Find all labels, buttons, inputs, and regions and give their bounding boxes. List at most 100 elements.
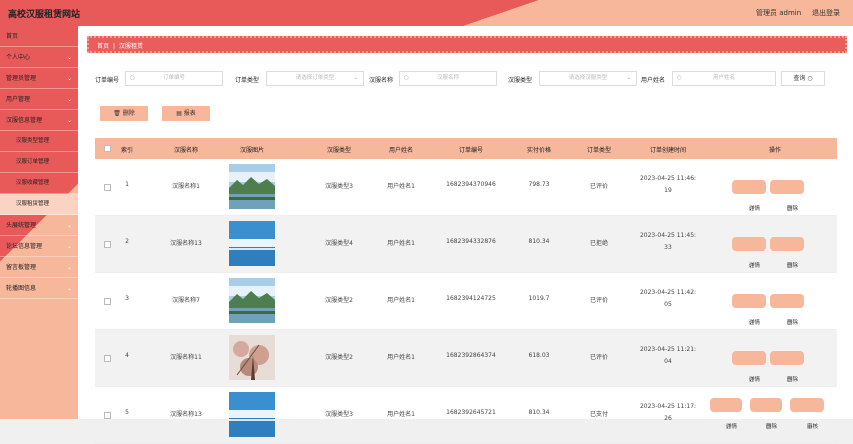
delete-button[interactable]: ▢ 删除: [750, 398, 782, 430]
sidebar-item-label: 汉服信息管理: [6, 117, 43, 124]
hanfu-type-select[interactable]: 请选择汉服类型 ⌄: [539, 71, 637, 86]
breadcrumb-current: 汉服租赁: [119, 43, 144, 50]
delete-button[interactable]: ▢ 删除: [770, 294, 804, 326]
detail-button[interactable]: ▢ 详情: [732, 180, 766, 212]
sidebar-item-label: 留言板管理: [6, 264, 37, 271]
cell-order: 1682392864374: [446, 352, 496, 359]
sidebar-item[interactable]: 汉服订单管理: [0, 152, 78, 173]
cell-time-cont: 33: [664, 244, 672, 251]
column-header: 用户姓名: [388, 147, 413, 154]
cell-order: 1682392645721: [446, 409, 496, 416]
column-header: 汉服类型: [326, 147, 351, 154]
chevron-down-icon: ⌄: [66, 264, 72, 271]
sidebar-item-label: 管理员管理: [6, 75, 37, 82]
chevron-down-icon: ⌄: [66, 54, 72, 61]
cell-user: 用户姓名1: [387, 411, 415, 418]
row-checkbox[interactable]: [104, 184, 111, 191]
chevron-down-icon: ⌄: [66, 75, 72, 82]
row-checkbox[interactable]: [104, 355, 111, 362]
sidebar-item[interactable]: 管理员管理 ⌄: [0, 68, 78, 89]
cell-type: 汉服类型3: [325, 183, 353, 190]
sidebar-item[interactable]: 汉服信息管理 ⌄: [0, 110, 78, 131]
table-row: 5 汉服名称13 汉服类型3 用户姓名1 1682392645721 810.34 已支付 2…: [95, 387, 837, 444]
table-body: 1 汉服名称1 汉服类型3 用户姓名1 1682394370946 798.73 已评价 20…: [95, 159, 837, 444]
hanfu-image: [229, 164, 275, 209]
cell-type: 汉服类型2: [325, 297, 353, 304]
batch-delete-label: 删除: [122, 110, 135, 117]
cell-name: 汉服名称1: [172, 183, 200, 190]
column-header: 索引: [120, 147, 133, 154]
column-header: 订单编号: [458, 147, 483, 154]
name-input[interactable]: ○ 汉服名称: [399, 71, 497, 86]
search-icon: ○: [130, 75, 135, 81]
batch-delete-button[interactable]: 🗑 删除: [100, 106, 148, 121]
cell-price: 798.73: [528, 181, 550, 188]
user-input[interactable]: ○ 用户姓名: [672, 71, 776, 86]
review-button[interactable]: ▢ 审核: [790, 398, 824, 430]
sidebar-item-label: 个人中心: [6, 54, 31, 61]
detail-button[interactable]: ▢ 详情: [710, 398, 742, 430]
sidebar-item[interactable]: 汉服租赁管理: [0, 194, 78, 215]
sidebar-item-label: 汉服订单管理: [16, 159, 50, 165]
user-placeholder: 用户姓名: [712, 75, 735, 81]
detail-label: 详情: [749, 377, 761, 383]
sidebar-item[interactable]: 轮播图信息 ⌄: [0, 278, 78, 299]
cell-time: 2023-04-25 11:17:: [639, 403, 697, 410]
cell-price: 1019.7: [528, 295, 550, 302]
table-row: 4 汉服名称11 汉服类型2 用户姓名1 1682392864374 618.03 已评价 2…: [95, 330, 837, 387]
sidebar-item[interactable]: 个人中心 ⌄: [0, 47, 78, 68]
breadcrumb: 首页 | 汉服租赁: [87, 36, 847, 53]
row-checkbox[interactable]: [104, 298, 111, 305]
trash-icon: 🗑: [113, 110, 121, 117]
chevron-down-icon: ⌄: [66, 117, 72, 124]
detail-button[interactable]: ▢ 详情: [732, 237, 766, 269]
cell-user: 用户姓名1: [387, 297, 415, 304]
detail-label: 详情: [726, 424, 738, 430]
sidebar-item[interactable]: 汉服收藏管理: [0, 173, 78, 194]
order-no-placeholder: 订单编号: [162, 75, 185, 81]
hanfu-image: [229, 335, 275, 380]
chevron-down-icon: ⌄: [353, 75, 358, 81]
delete-button[interactable]: ▢ 删除: [770, 237, 804, 269]
sidebar-item-label: 轮播图信息: [6, 285, 37, 292]
cell-user: 用户姓名1: [387, 240, 415, 247]
cell-type: 汉服类型3: [325, 411, 353, 418]
detail-button[interactable]: ▢ 详情: [732, 294, 766, 326]
breadcrumb-home[interactable]: 首页: [97, 43, 109, 50]
row-checkbox[interactable]: [104, 412, 111, 419]
column-header: 汉服名称: [173, 147, 198, 154]
order-no-input[interactable]: ○ 订单编号: [125, 71, 223, 86]
main-content: 首页 | 汉服租赁 订单编号 ○ 订单编号 订单类型 请选择订单类型 ⌄ 汉服名称 ○ 汉…: [78, 26, 853, 444]
sidebar-item[interactable]: 用户管理 ⌄: [0, 89, 78, 110]
cell-type: 汉服类型4: [325, 240, 353, 247]
row-checkbox[interactable]: [104, 241, 111, 248]
cell-index: 1: [125, 181, 129, 188]
report-button[interactable]: ▤ 报表: [162, 106, 210, 121]
sidebar-item-label: 汉服租赁管理: [16, 201, 50, 207]
cell-user: 用户姓名1: [387, 183, 415, 190]
sidebar-item[interactable]: 留言板管理 ⌄: [0, 257, 78, 278]
detail-label: 详情: [749, 320, 761, 326]
name-placeholder: 汉服名称: [436, 75, 459, 81]
admin-label[interactable]: 管理员 admin: [756, 8, 801, 18]
search-button[interactable]: 查询 ○: [781, 71, 825, 86]
cell-time: 2023-04-25 11:45:: [639, 232, 697, 239]
order-type-select[interactable]: 请选择订单类型 ⌄: [266, 71, 364, 86]
detail-button[interactable]: ▢ 详情: [732, 351, 766, 383]
delete-button[interactable]: ▢ 删除: [770, 180, 804, 212]
sidebar-item[interactable]: 汉服类型管理: [0, 131, 78, 152]
logout-link[interactable]: 退出登录: [812, 8, 840, 18]
select-all-checkbox[interactable]: [104, 145, 111, 152]
table-row: 2 汉服名称13 汉服类型4 用户姓名1 1682394332876 810.34 已拒绝 2…: [95, 216, 837, 273]
breadcrumb-separator: |: [113, 43, 116, 50]
sidebar-item[interactable]: 头展统管理 ⌄: [0, 215, 78, 236]
sidebar-item[interactable]: 论坛信息管理 ⌄: [0, 236, 78, 257]
sidebar-item[interactable]: 首页: [0, 26, 78, 47]
table-header: 索引 汉服名称 汉服图片 汉服类型 用户姓名 订单编号 实付价格 订单类型 订单创建时间 操作: [95, 138, 837, 159]
review-label: 审核: [807, 424, 819, 430]
report-label: 报表: [183, 110, 196, 117]
delete-button[interactable]: ▢ 删除: [770, 351, 804, 383]
cell-name: 汉服名称7: [172, 297, 200, 304]
cell-price: 810.34: [528, 238, 550, 245]
column-header: 订单类型: [586, 147, 611, 154]
